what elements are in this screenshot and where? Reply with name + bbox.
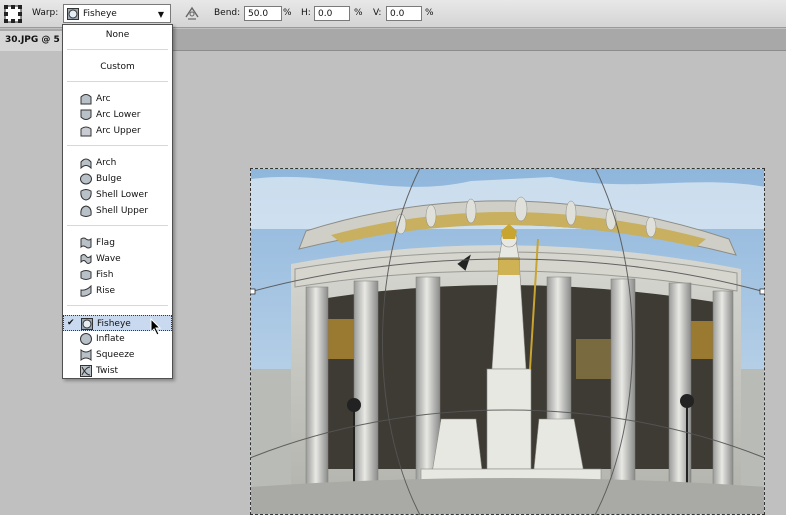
mouse-pointer-icon	[150, 318, 162, 336]
menu-item-twist[interactable]: Twist	[63, 363, 172, 379]
warp-style-dropdown[interactable]: Fisheye ▼	[63, 4, 171, 23]
squeeze-icon	[80, 349, 92, 361]
menu-separator	[67, 81, 168, 82]
menu-separator	[67, 305, 168, 306]
v-unit: %	[425, 8, 434, 18]
menu-item-squeeze[interactable]: Squeeze	[63, 347, 172, 363]
chevron-down-icon: ▼	[157, 10, 164, 19]
bend-unit: %	[283, 8, 292, 18]
fish-icon	[80, 270, 92, 280]
arc-icon	[80, 94, 92, 105]
v-distortion-input[interactable]	[386, 6, 422, 21]
menu-item-shell-lower[interactable]: Shell Lower	[63, 187, 172, 203]
rise-icon	[80, 285, 92, 297]
menu-separator	[67, 49, 168, 50]
menu-item-fish[interactable]: Fish	[63, 267, 172, 283]
menu-item-arc[interactable]: Arc	[63, 91, 172, 107]
change-orientation-icon[interactable]	[184, 5, 200, 21]
h-distortion-input[interactable]	[314, 6, 350, 21]
menu-item-rise[interactable]: Rise	[63, 283, 172, 299]
shell-upper-icon	[80, 205, 92, 217]
arc-upper-icon	[80, 126, 92, 137]
warp-label: Warp:	[32, 8, 59, 18]
twist-icon	[80, 365, 92, 377]
h-label: H:	[301, 8, 311, 18]
inflate-icon	[80, 333, 92, 345]
menu-item-custom[interactable]: Custom	[63, 59, 172, 75]
menu-item-flag[interactable]: Flag	[63, 235, 172, 251]
shell-lower-icon	[80, 189, 92, 201]
checkmark-icon: ✔	[67, 318, 75, 328]
v-label: V:	[373, 8, 382, 18]
menu-item-arch[interactable]: Arch	[63, 155, 172, 171]
bulge-icon	[80, 173, 92, 185]
menu-item-arc-upper[interactable]: Arc Upper	[63, 123, 172, 139]
flag-icon	[80, 237, 92, 249]
menu-item-bulge[interactable]: Bulge	[63, 171, 172, 187]
fisheye-icon	[67, 8, 79, 20]
menu-separator	[67, 225, 168, 226]
menu-separator	[67, 145, 168, 146]
bend-input[interactable]	[244, 6, 282, 21]
h-unit: %	[354, 8, 363, 18]
menu-item-none[interactable]: None	[63, 27, 172, 43]
warp-grid-toggle-icon[interactable]	[4, 5, 22, 23]
warp-style-value: Fisheye	[83, 9, 117, 19]
arc-lower-icon	[80, 109, 92, 120]
bend-label: Bend:	[214, 8, 241, 18]
arch-icon	[80, 158, 92, 169]
menu-item-shell-upper[interactable]: Shell Upper	[63, 203, 172, 219]
document-tab[interactable]: 30.JPG @ 5	[0, 31, 70, 51]
menu-item-arc-lower[interactable]: Arc Lower	[63, 107, 172, 123]
fisheye-icon	[81, 318, 93, 330]
wave-icon	[80, 254, 92, 264]
warp-mesh-overlay[interactable]	[250, 168, 765, 515]
menu-item-wave[interactable]: Wave	[63, 251, 172, 267]
